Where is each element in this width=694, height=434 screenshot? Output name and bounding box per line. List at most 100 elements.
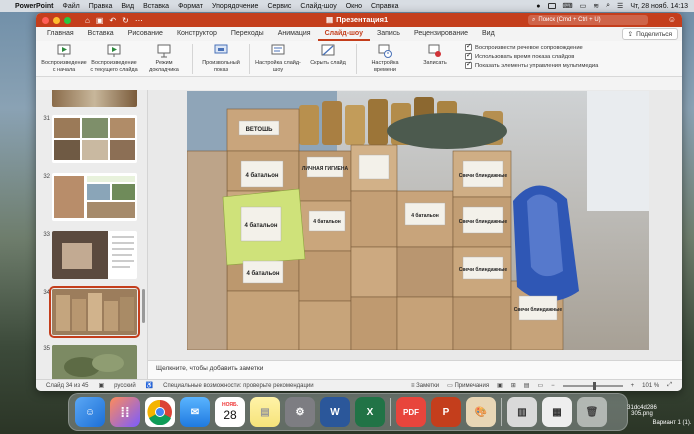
- setup-slideshow-icon: [271, 44, 285, 55]
- notes-app-icon[interactable]: ▤: [250, 397, 280, 427]
- tab-home[interactable]: Главная: [40, 27, 81, 41]
- fit-slide-icon[interactable]: ⤢: [667, 382, 672, 389]
- status-bar: Слайд 34 из 45 ▣ русский ♿ Специальные в…: [36, 379, 682, 391]
- save-icon[interactable]: ▣: [96, 16, 104, 25]
- menubar-app-name[interactable]: PowerPoint: [15, 3, 54, 10]
- mail-icon[interactable]: ✉: [180, 397, 210, 427]
- screen-icon[interactable]: [547, 3, 556, 9]
- notes-pane[interactable]: Щелкните, чтобы добавить заметки: [148, 360, 682, 379]
- tab-transitions[interactable]: Переходы: [224, 27, 271, 41]
- paint-palette-icon[interactable]: 🎨: [466, 397, 496, 427]
- notes-toggle[interactable]: ≡ Заметки: [411, 383, 439, 389]
- show-media-controls-option[interactable]: Показать элементы управления мультимедиа: [465, 60, 598, 69]
- chrome-icon[interactable]: [145, 397, 175, 427]
- custom-show-button[interactable]: Произвольный показ: [197, 44, 245, 73]
- redo-icon[interactable]: ↻: [122, 16, 129, 25]
- zoom-in-icon[interactable]: +: [631, 383, 635, 389]
- desktop-file-image[interactable]: 31dc4d286 305.png: [622, 405, 662, 417]
- play-narrations-checkbox[interactable]: [465, 42, 472, 51]
- menubar-item-insert[interactable]: Вставка: [143, 3, 169, 10]
- trash-icon[interactable]: 🗑: [577, 397, 607, 427]
- home-icon[interactable]: ⌂: [85, 16, 90, 25]
- comments-toggle[interactable]: ▭ Примечания: [447, 382, 489, 389]
- slide-thumbnail-30[interactable]: [52, 90, 137, 107]
- battery-icon[interactable]: ▭: [580, 2, 587, 10]
- document-preview-icon[interactable]: ▥: [507, 397, 537, 427]
- accessibility-status[interactable]: Специальные возможности: проверьте реком…: [163, 383, 313, 389]
- word-icon[interactable]: W: [320, 397, 350, 427]
- zoom-slider-knob[interactable]: [592, 381, 596, 390]
- slideshow-view-icon[interactable]: ▭: [537, 382, 543, 389]
- search-box[interactable]: ⌕ Поиск (Cmd + Ctrl + U): [528, 15, 648, 25]
- zoom-out-icon[interactable]: −: [551, 383, 555, 389]
- rehearse-timings-button[interactable]: Настройка времени: [361, 44, 409, 73]
- tab-view[interactable]: Вид: [475, 27, 502, 41]
- slide-thumbnails-pane[interactable]: 31 32 33 34 35: [36, 90, 148, 379]
- minimize-window-button[interactable]: [53, 16, 60, 24]
- control-center-icon[interactable]: ☰: [617, 2, 623, 10]
- zoom-slider[interactable]: [562, 381, 623, 390]
- finder-icon[interactable]: ☺: [75, 397, 105, 427]
- menubar-item-arrange[interactable]: Упорядочение: [212, 3, 258, 10]
- desktop-file-variant[interactable]: Вариант 1 (1).: [650, 420, 694, 426]
- menubar-item-slideshow[interactable]: Слайд-шоу: [300, 3, 336, 10]
- slide-thumbnail-31[interactable]: [52, 115, 137, 163]
- downloads-stack-icon[interactable]: ▦: [542, 397, 572, 427]
- menubar-item-file[interactable]: Файл: [63, 3, 80, 10]
- use-timings-option[interactable]: Использовать время показа слайдов: [465, 51, 598, 60]
- menubar-item-tools[interactable]: Сервис: [267, 3, 291, 10]
- normal-view-icon[interactable]: ▣: [497, 382, 503, 389]
- wifi-icon[interactable]: ≋: [593, 2, 599, 10]
- tab-record[interactable]: Запись: [370, 27, 407, 41]
- current-slide[interactable]: ВЕТОШЬ 4 батальон 4 батальон 4 батальон …: [187, 91, 649, 350]
- zoom-window-button[interactable]: [64, 16, 71, 24]
- play-narrations-option[interactable]: Воспроизвести речевое сопровождение: [465, 42, 598, 51]
- menubar-item-view[interactable]: Вид: [121, 3, 134, 10]
- slide-sorter-icon[interactable]: ⊞: [511, 382, 516, 389]
- powerpoint-icon[interactable]: P: [431, 397, 461, 427]
- zoom-level[interactable]: 101 %: [642, 383, 659, 389]
- menubar-datetime[interactable]: Чт, 28 нояб. 14:13: [630, 3, 688, 10]
- play-from-start-button[interactable]: Воспроизведение с начала: [40, 44, 88, 73]
- menubar-item-format[interactable]: Формат: [178, 3, 203, 10]
- thumbnails-scrollbar[interactable]: [142, 289, 145, 323]
- launchpad-icon[interactable]: ⁞⁞: [110, 397, 140, 427]
- tab-draw[interactable]: Рисование: [121, 27, 170, 41]
- slide-thumbnail-35[interactable]: [52, 345, 137, 379]
- reading-view-icon[interactable]: ▤: [524, 382, 530, 389]
- menubar-item-help[interactable]: Справка: [371, 3, 398, 10]
- keyboard-icon[interactable]: ⌨: [563, 2, 573, 10]
- share-button[interactable]: ⇪ Поделиться: [621, 28, 678, 40]
- tab-review[interactable]: Рецензирование: [407, 27, 475, 41]
- presenter-view-button[interactable]: Режим докладчика: [140, 44, 188, 73]
- notification-icon[interactable]: ●: [536, 3, 540, 10]
- tab-slideshow[interactable]: Слайд-шоу: [317, 27, 370, 41]
- hide-slide-button[interactable]: Скрыть слайд: [304, 44, 352, 67]
- show-media-controls-checkbox[interactable]: [465, 60, 472, 69]
- more-icon[interactable]: ⋯: [135, 16, 143, 25]
- use-timings-checkbox[interactable]: [465, 51, 472, 60]
- slide-thumbnail-32[interactable]: [52, 173, 137, 221]
- menubar-item-edit[interactable]: Правка: [89, 3, 113, 10]
- tab-insert[interactable]: Вставка: [81, 27, 121, 41]
- play-from-current-button[interactable]: Воспроизведение с текущего слайда: [90, 44, 138, 73]
- slide-editor[interactable]: ВЕТОШЬ 4 батальон 4 батальон 4 батальон …: [148, 90, 682, 379]
- search-icon[interactable]: ⌕: [606, 2, 610, 10]
- close-window-button[interactable]: [42, 16, 49, 24]
- calendar-icon[interactable]: НОЯБ. 28: [215, 397, 245, 427]
- tab-animations[interactable]: Анимация: [271, 27, 318, 41]
- excel-icon[interactable]: X: [355, 397, 385, 427]
- record-button[interactable]: Записать: [411, 44, 459, 67]
- undo-icon[interactable]: ↶: [109, 16, 116, 25]
- system-settings-icon[interactable]: ⚙: [285, 397, 315, 427]
- accessibility-icon[interactable]: ♿: [146, 382, 153, 389]
- setup-slideshow-button[interactable]: Настройка слайд-шоу: [254, 44, 302, 73]
- spellcheck-icon[interactable]: ▣: [98, 382, 104, 389]
- pdf-app-icon[interactable]: PDF: [396, 397, 426, 427]
- slide-thumbnail-33[interactable]: [52, 231, 137, 279]
- slide-thumbnail-34-selected[interactable]: [49, 286, 140, 338]
- account-icon[interactable]: ☺: [668, 15, 676, 24]
- tab-design[interactable]: Конструктор: [170, 27, 224, 41]
- language-indicator[interactable]: русский: [114, 383, 136, 389]
- menubar-item-window[interactable]: Окно: [346, 3, 362, 10]
